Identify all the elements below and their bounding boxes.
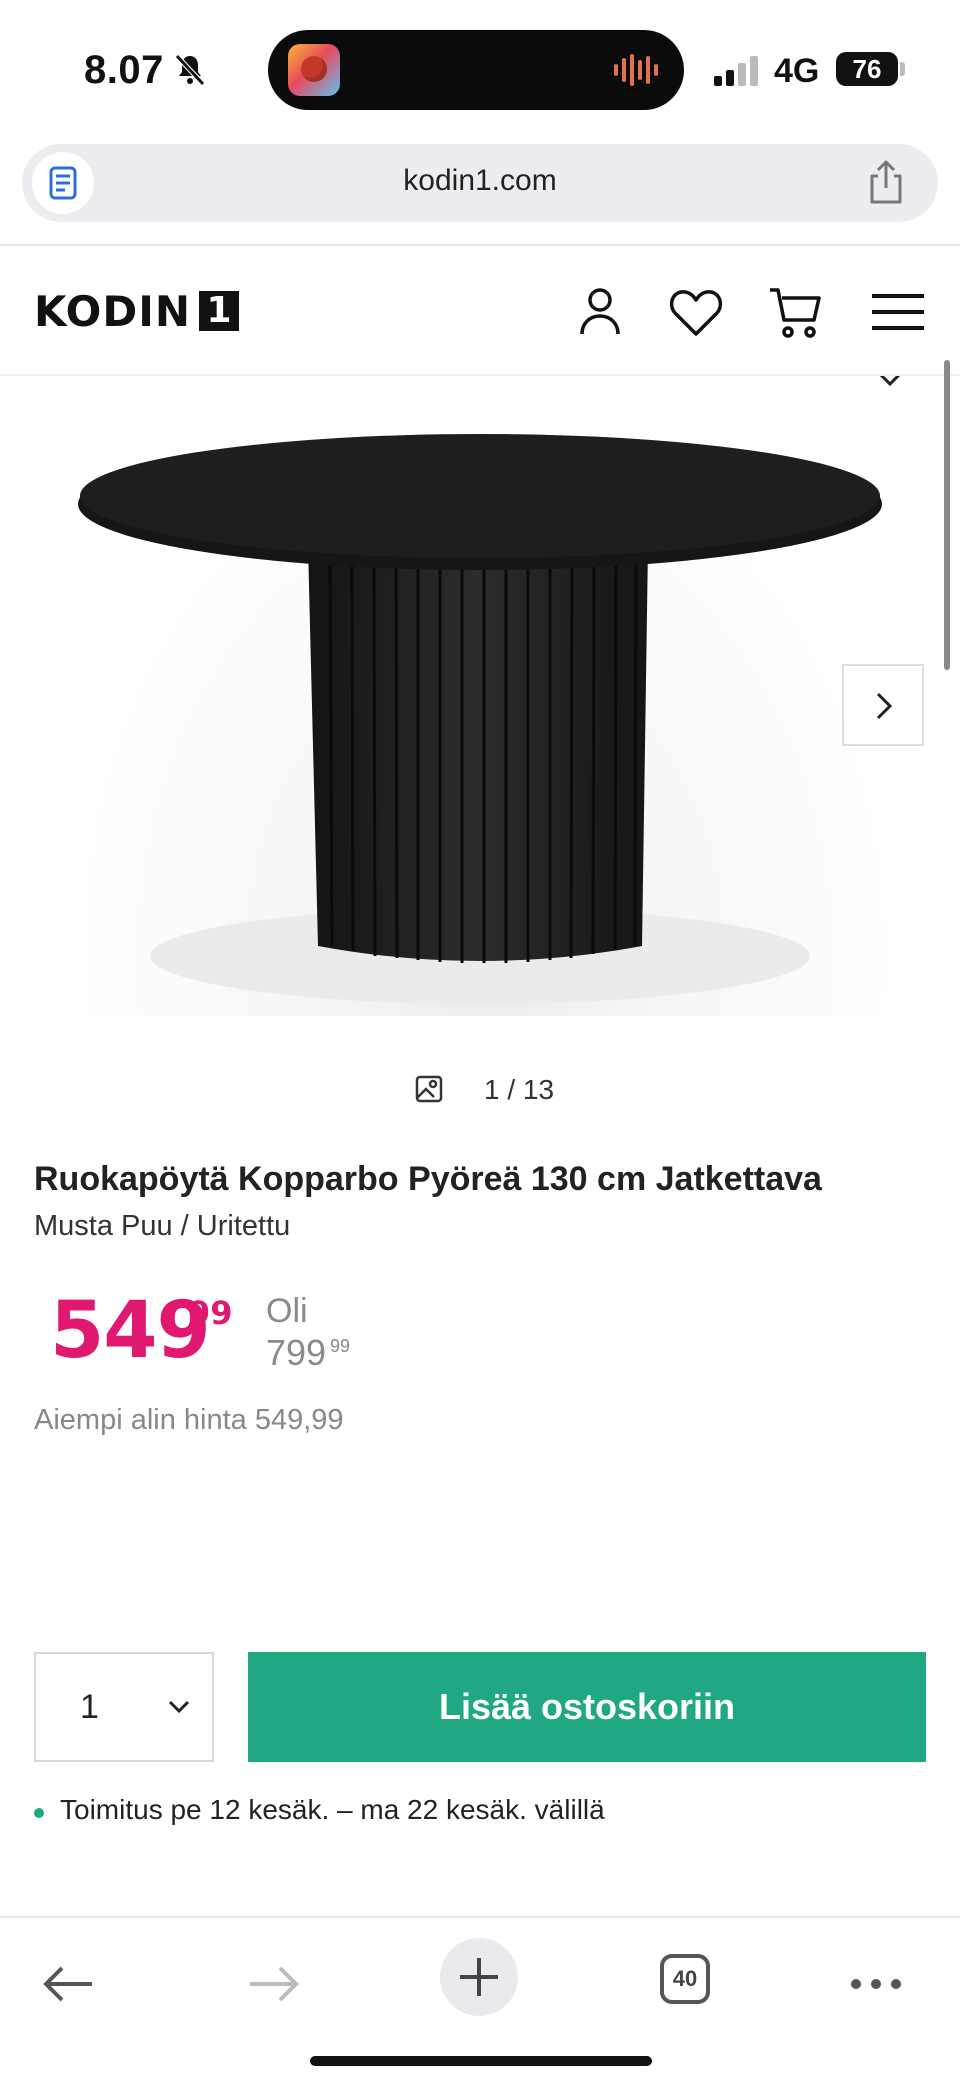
tabs-count-button[interactable]: 40 [660,1954,710,2004]
network-type: 4G [774,52,820,90]
product-title: Ruokapöytä Kopparbo Pyöreä 130 cm Jatket… [34,1160,822,1198]
chevron-right-icon [876,692,893,720]
chevron-down-icon [168,1700,190,1714]
more-options-icon[interactable] [846,1954,906,2014]
battery-cap [900,62,905,76]
chevron-down-icon[interactable] [872,376,908,390]
logo-number: 1 [199,291,240,331]
wishlist-heart-icon[interactable] [666,282,726,342]
menu-icon[interactable] [868,282,928,342]
dynamic-island [268,30,684,110]
home-indicator[interactable] [310,2056,652,2066]
product-gallery[interactable] [0,376,960,1026]
bell-muted-icon [175,54,205,86]
was-price-cents: 99 [330,1336,351,1356]
cart-icon[interactable] [766,282,826,342]
site-logo[interactable]: KODIN 1 [34,286,240,336]
delivery-info: Toimitus pe 12 kesäk. – ma 22 kesäk. väl… [60,1794,605,1825]
image-icon [415,1075,443,1103]
plus-icon [460,1958,498,1996]
forward-arrow-icon[interactable] [244,1954,304,2014]
status-time: 8.07 [84,48,164,92]
url-text[interactable]: kodin1.com [22,164,938,198]
site-header: KODIN 1 [0,246,960,376]
account-icon[interactable] [570,282,630,342]
page-scrollbar[interactable] [944,360,950,670]
product-image[interactable] [0,376,960,1026]
next-image-button[interactable] [842,664,924,746]
back-arrow-icon[interactable] [38,1954,98,2014]
signal-icon [714,56,758,86]
image-counter-text: 1 / 13 [484,1074,555,1105]
add-to-cart-button[interactable]: Lisää ostoskoriin [248,1652,926,1762]
was-price-label: Oli [266,1292,308,1330]
logo-text: KODIN [34,286,192,336]
address-bar[interactable]: kodin1.com [22,144,938,222]
price-main: 549 [50,1286,211,1376]
delivery-status-dot [34,1808,44,1818]
was-price: 799 [266,1332,327,1373]
now-playing-app-icon[interactable] [288,44,340,96]
share-icon[interactable] [864,158,908,206]
new-tab-button[interactable] [440,1938,518,2016]
product-variant: Musta Puu / Uritettu [34,1210,291,1242]
previous-lowest-price: Aiempi alin hinta 549,99 [34,1404,344,1436]
price-cents: 99 [188,1294,233,1332]
gallery-counter: 1 / 13 [0,1070,960,1114]
battery-indicator: 76 [836,52,898,86]
status-bar: 8.07 4G 76 [0,0,960,140]
quantity-value: 1 [80,1688,99,1726]
audio-wave-icon [614,54,658,86]
quantity-select[interactable]: 1 [34,1652,214,1762]
